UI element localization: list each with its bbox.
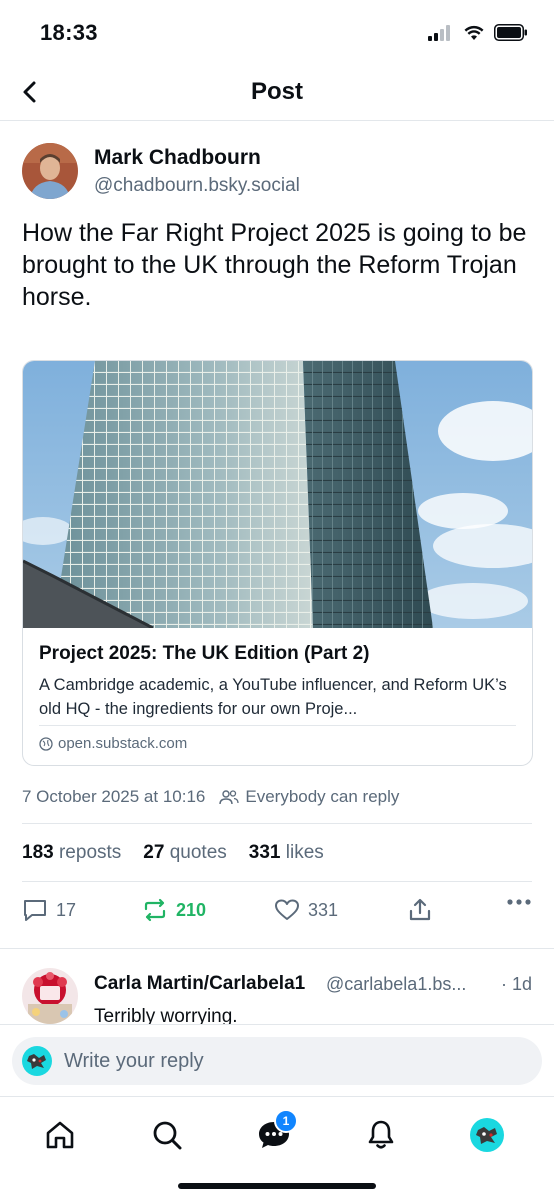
reply-author-name[interactable]: Carla Martin/Carlabela1 bbox=[94, 973, 305, 995]
home-icon bbox=[46, 1121, 74, 1149]
profile-avatar bbox=[470, 1118, 504, 1152]
heart-icon bbox=[275, 899, 299, 920]
post-actions: 17 210 331 bbox=[22, 898, 532, 932]
divider bbox=[22, 823, 532, 824]
my-avatar bbox=[22, 1046, 52, 1076]
link-card-domain-row: open.substack.com bbox=[39, 735, 187, 752]
post-meta: 7 October 2025 at 10:16 Everybody can re… bbox=[22, 787, 399, 807]
comment-icon bbox=[24, 900, 46, 921]
reply-setting-label: Everybody can reply bbox=[245, 787, 400, 806]
quotes-count: 27 bbox=[143, 842, 165, 863]
reposts-count: 183 bbox=[22, 842, 54, 863]
tab-notifications[interactable] bbox=[361, 1115, 401, 1155]
reply-button[interactable]: 17 bbox=[22, 898, 76, 922]
wifi-icon bbox=[464, 25, 484, 40]
tab-messages[interactable]: 1 bbox=[254, 1109, 298, 1155]
reply-text: Terribly worrying. bbox=[94, 1006, 238, 1024]
likes-count: 331 bbox=[248, 842, 281, 863]
link-card[interactable]: Project 2025: The UK Edition (Part 2) A … bbox=[22, 360, 533, 766]
likes-label: likes bbox=[285, 842, 324, 863]
quotes-label: quotes bbox=[169, 842, 227, 863]
more-icon bbox=[507, 899, 531, 905]
reply-author-handle[interactable]: @carlabela1.bs... bbox=[326, 974, 466, 995]
post-stats: 183 reposts 27 quotes 331 likes bbox=[22, 842, 324, 864]
author-name[interactable]: Mark Chadbourn bbox=[94, 146, 261, 170]
link-card-title: Project 2025: The UK Edition (Part 2) bbox=[39, 643, 370, 664]
post-timestamp: 7 October 2025 at 10:16 bbox=[22, 787, 206, 806]
link-card-divider bbox=[39, 725, 516, 726]
reply-setting[interactable]: Everybody can reply bbox=[219, 787, 399, 807]
like-count: 331 bbox=[308, 899, 339, 920]
author-avatar[interactable] bbox=[22, 143, 78, 199]
reposts-stat[interactable]: 183 reposts bbox=[22, 842, 121, 864]
share-button[interactable] bbox=[408, 898, 432, 922]
reply-time: · 1d bbox=[500, 974, 532, 994]
link-card-description: A Cambridge academic, a YouTube influenc… bbox=[39, 676, 507, 718]
composer-placeholder: Write your reply bbox=[64, 1049, 204, 1072]
post-text: How the Far Right Project 2025 is going … bbox=[22, 219, 527, 311]
reply-count: 17 bbox=[56, 899, 77, 920]
people-icon bbox=[219, 790, 240, 805]
more-options-button[interactable] bbox=[506, 898, 532, 906]
divider bbox=[0, 948, 554, 949]
likes-stat[interactable]: 331 likes bbox=[249, 842, 324, 864]
status-icons bbox=[428, 24, 528, 41]
repost-button[interactable]: 210 bbox=[142, 898, 206, 922]
link-card-image bbox=[23, 361, 532, 630]
status-time: 18:33 bbox=[40, 20, 98, 45]
home-indicator bbox=[178, 1183, 376, 1189]
tab-profile[interactable] bbox=[467, 1115, 507, 1155]
author-handle[interactable]: @chadbourn.bsky.social bbox=[94, 175, 300, 197]
signal-icon bbox=[428, 24, 450, 41]
reply-avatar[interactable] bbox=[22, 968, 78, 1024]
bell-icon bbox=[368, 1120, 394, 1149]
divider bbox=[22, 881, 532, 882]
like-button[interactable]: 331 bbox=[274, 898, 338, 922]
messages-badge: 1 bbox=[274, 1109, 298, 1133]
search-icon bbox=[153, 1121, 182, 1150]
reposts-label: reposts bbox=[58, 842, 122, 863]
page-title: Post bbox=[250, 78, 303, 105]
repost-icon bbox=[144, 898, 166, 922]
battery-icon bbox=[494, 24, 527, 41]
quotes-stat[interactable]: 27 quotes bbox=[143, 842, 226, 864]
globe-icon bbox=[39, 736, 53, 751]
share-icon bbox=[409, 898, 431, 921]
tab-search[interactable] bbox=[147, 1115, 187, 1155]
repost-count: 210 bbox=[176, 899, 207, 920]
status-bar: 18:33 bbox=[0, 0, 554, 66]
tab-home[interactable] bbox=[40, 1115, 80, 1155]
link-card-domain: open.substack.com bbox=[58, 735, 188, 752]
header: Post bbox=[0, 66, 554, 121]
composer-bar: Write your reply bbox=[0, 1024, 554, 1097]
reply-composer[interactable]: Write your reply bbox=[12, 1037, 542, 1085]
